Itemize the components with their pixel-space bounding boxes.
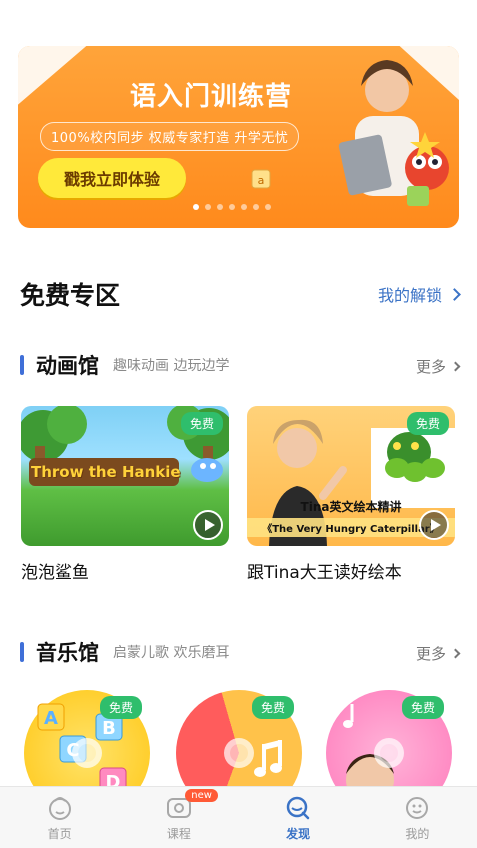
animation-card[interactable]: Throw the Hankie 免费 泡泡鲨鱼 [21, 406, 229, 583]
my-unlock-label: 我的解锁 [377, 286, 442, 305]
music-card[interactable]: 免费 [326, 690, 452, 790]
free-badge: 免费 [406, 412, 449, 435]
disc-center [72, 738, 102, 768]
tab-home[interactable]: 首页 [0, 787, 119, 848]
animation-card-title: 跟Tina大王读好绘本 [247, 563, 402, 583]
music-hall-header: 音乐馆 启蒙儿歌 欢乐磨耳 [20, 637, 229, 667]
svg-text:A: A [44, 708, 58, 729]
music-hall-more-link[interactable]: 更多 [415, 643, 461, 664]
music-card[interactable]: A B C D 免费 [24, 690, 150, 790]
free-badge: 免费 [99, 696, 142, 719]
pagination-dot[interactable] [253, 204, 259, 210]
animation-hall-header: 动画馆 趣味动画 边玩边学 [20, 350, 229, 380]
tab-profile-label: 我的 [405, 827, 430, 841]
tab-discover-label: 发现 [286, 827, 311, 841]
music-hall-subtitle: 启蒙儿歌 欢乐磨耳 [113, 645, 230, 661]
section-accent-bar [20, 642, 24, 662]
my-unlock-link[interactable]: 我的解锁 [377, 282, 461, 306]
free-badge: 免费 [251, 696, 294, 719]
tab-home-label: 首页 [47, 827, 72, 841]
tab-discover[interactable]: 发现 [239, 787, 358, 848]
section-accent-bar [20, 355, 24, 375]
tab-course-label: 课程 [166, 827, 191, 841]
thumbnail-caption: Throw the Hankie [31, 463, 181, 481]
pagination-dot[interactable] [241, 204, 247, 210]
banner-title: 语入门训练营 [130, 82, 293, 112]
home-face-icon [48, 797, 71, 820]
disc-center [224, 738, 254, 768]
bottom-tab-bar: 首页 课程 new 发现 我的 [0, 786, 477, 848]
animation-card[interactable]: Tina英文绘本精讲 《The Very Hungry Caterpillar》… [247, 406, 455, 583]
chevron-right-icon [450, 648, 461, 659]
promo-banner[interactable]: 语入门训练营 100%校内同步 权威专家打造 升学无忧 戳我立即体验 a [18, 46, 459, 228]
chevron-right-icon [448, 287, 461, 301]
pagination-dot[interactable] [265, 204, 271, 210]
profile-face-icon [406, 797, 429, 819]
music-card[interactable]: 免费 [176, 690, 302, 790]
play-icon[interactable] [193, 510, 223, 540]
chevron-right-icon [450, 361, 461, 372]
banner-illustration [338, 60, 449, 206]
free-zone-title: 免费专区 [20, 281, 121, 310]
play-icon[interactable] [419, 510, 449, 540]
new-badge: new [185, 789, 218, 802]
free-badge: 免费 [401, 696, 444, 719]
tab-profile[interactable]: 我的 [358, 787, 477, 848]
animation-hall-title: 动画馆 [36, 354, 99, 378]
disc-center [374, 738, 404, 768]
tab-course[interactable]: 课程 new [119, 787, 238, 848]
banner-subtitle: 100%校内同步 权威专家打造 升学无忧 [40, 122, 300, 151]
banner-cta-button[interactable]: 戳我立即体验 [38, 158, 186, 198]
svg-text:a: a [258, 174, 265, 187]
music-hall-title: 音乐馆 [36, 641, 99, 665]
animation-thumbnail[interactable]: Throw the Hankie 免费 [21, 406, 229, 546]
discover-search-icon [286, 796, 310, 820]
animation-card-title: 泡泡鲨鱼 [21, 563, 89, 583]
free-badge: 免费 [180, 412, 223, 435]
banner-pagination [193, 204, 271, 210]
svg-text:B: B [102, 718, 116, 739]
animation-hall-more-link[interactable]: 更多 [415, 356, 461, 377]
pagination-dot[interactable] [217, 204, 223, 210]
pagination-dot[interactable] [193, 204, 199, 210]
pagination-dot[interactable] [229, 204, 235, 210]
animation-hall-subtitle: 趣味动画 边玩边学 [113, 358, 230, 374]
more-label: 更多 [415, 645, 446, 663]
pagination-dot[interactable] [205, 204, 211, 210]
animation-thumbnail[interactable]: Tina英文绘本精讲 《The Very Hungry Caterpillar》… [247, 406, 455, 546]
more-label: 更多 [415, 358, 446, 376]
letter-block-icon: a [251, 169, 271, 189]
banner-decor-left [18, 46, 140, 120]
